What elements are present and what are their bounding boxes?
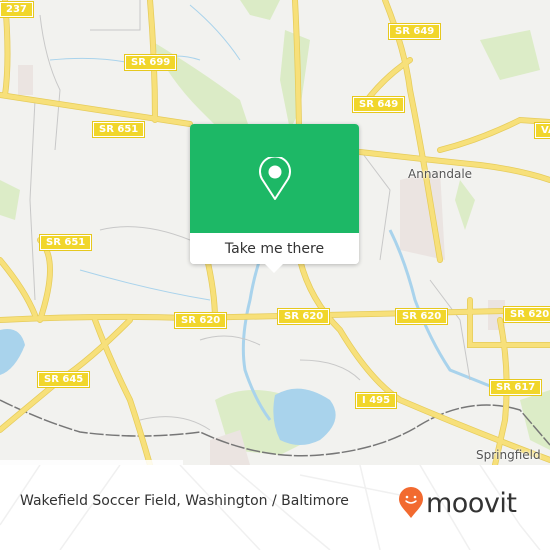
popup-pointer [265, 264, 283, 273]
destination-popup: Take me there [190, 124, 359, 273]
road-shield-sr-620: SR 620 [502, 306, 550, 323]
road-shield-sr-645: SR 645 [36, 371, 91, 388]
road-shield-sr-651: SR 651 [38, 234, 93, 251]
map-pin-icon [258, 156, 291, 200]
road-shield-237: 237 [0, 1, 34, 18]
moovit-logo[interactable]: moovit [398, 485, 517, 521]
place-label-annandale: Annandale [408, 167, 473, 181]
map[interactable]: 237 SR 699 SR 651 SR 649 SR 649 VA SR 65… [0, 0, 550, 465]
place-label-springfield: Springfield [476, 448, 541, 462]
moovit-pin-icon [399, 487, 423, 518]
footer: Wakefield Soccer Field, Washington / Bal… [0, 465, 550, 550]
road-shield-sr-620: SR 620 [394, 308, 449, 325]
road-shield-sr-649: SR 649 [387, 23, 442, 40]
popup-header [190, 124, 359, 233]
road-shield-sr-617: SR 617 [488, 379, 543, 396]
location-title: Wakefield Soccer Field, Washington / Bal… [20, 493, 349, 509]
moovit-wordmark: moovit [426, 487, 517, 519]
road-shield-i-495: I 495 [354, 392, 398, 409]
road-shield-sr-649: SR 649 [351, 96, 406, 113]
road-shield-va: VA [534, 122, 550, 139]
take-me-there-button[interactable]: Take me there [190, 233, 359, 264]
road-shield-sr-620: SR 620 [276, 308, 331, 325]
road-shield-sr-699: SR 699 [123, 54, 178, 71]
road-shield-sr-651: SR 651 [91, 121, 146, 138]
road-shield-sr-620: SR 620 [173, 312, 228, 329]
